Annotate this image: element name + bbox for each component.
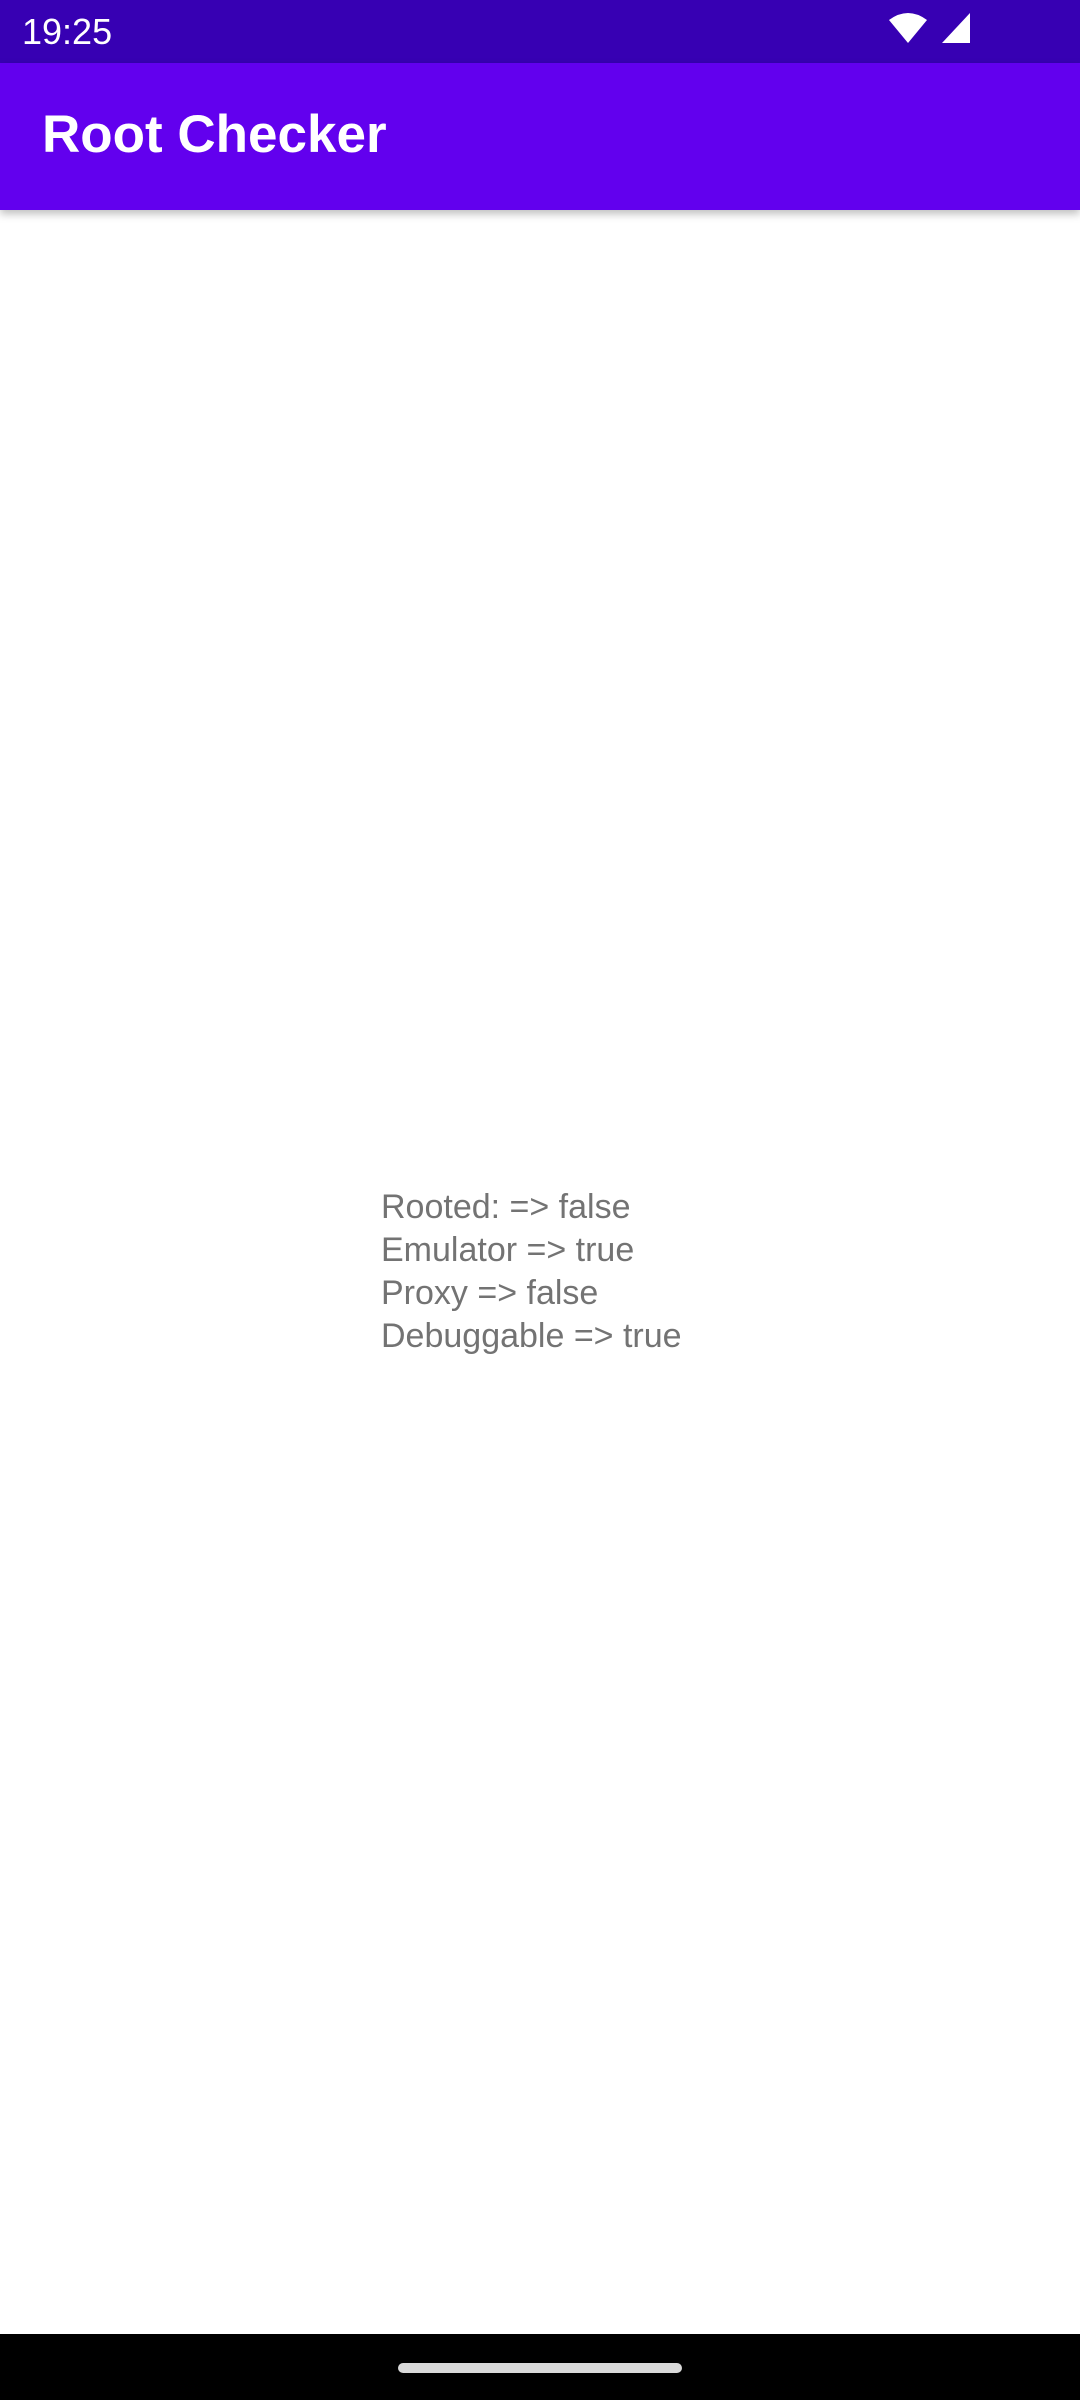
app-bar: Root Checker (0, 63, 1080, 210)
status-icons (888, 12, 972, 48)
navigation-bar (0, 2334, 1080, 2400)
app-title: Root Checker (42, 105, 387, 164)
wifi-icon (888, 12, 928, 49)
check-results: Rooted: => false Emulator => true Proxy … (381, 1186, 881, 1358)
result-proxy: Proxy => false (381, 1274, 599, 1312)
status-time: 19:25 (22, 11, 113, 52)
result-debuggable: Debuggable => true (381, 1317, 682, 1355)
main-content: Rooted: => false Emulator => true Proxy … (0, 210, 1080, 2334)
result-emulator: Emulator => true (381, 1231, 635, 1269)
screen: 19:25 Root Checker Rooted: => false Emul… (0, 0, 1080, 2400)
result-rooted: Rooted: => false (381, 1188, 631, 1226)
cell-signal-icon (940, 11, 972, 50)
status-bar: 19:25 (0, 0, 1080, 63)
home-gesture-pill[interactable] (398, 2363, 682, 2373)
